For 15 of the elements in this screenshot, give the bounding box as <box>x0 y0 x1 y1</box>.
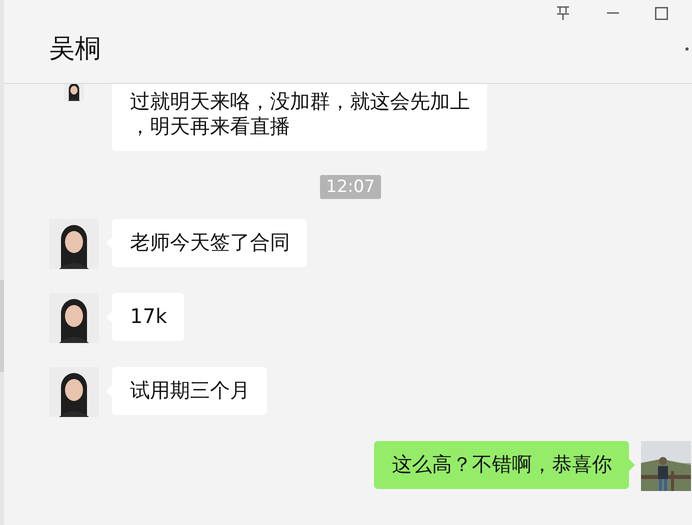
avatar[interactable] <box>49 293 99 343</box>
avatar[interactable] <box>49 219 99 269</box>
chat-title: 吴桐 <box>49 33 101 66</box>
message-bubble: 过就明天来咯，没加群，就这会先加上 ，明天再来看直播 <box>112 84 487 151</box>
maximize-icon[interactable] <box>655 6 668 20</box>
message-bubble: 老师今天签了合同 <box>112 219 307 267</box>
message-bubble: 这么高？不错啊，恭喜你 <box>374 441 629 489</box>
minimize-icon[interactable] <box>607 12 619 14</box>
message-bubble: 试用期三个月 <box>112 367 267 415</box>
timestamp: 12:07 <box>320 175 381 199</box>
avatar[interactable] <box>641 441 691 491</box>
message-bubble: 17k <box>112 293 184 341</box>
pin-icon[interactable] <box>555 5 571 21</box>
avatar[interactable] <box>49 367 99 417</box>
more-icon[interactable] <box>685 46 689 50</box>
